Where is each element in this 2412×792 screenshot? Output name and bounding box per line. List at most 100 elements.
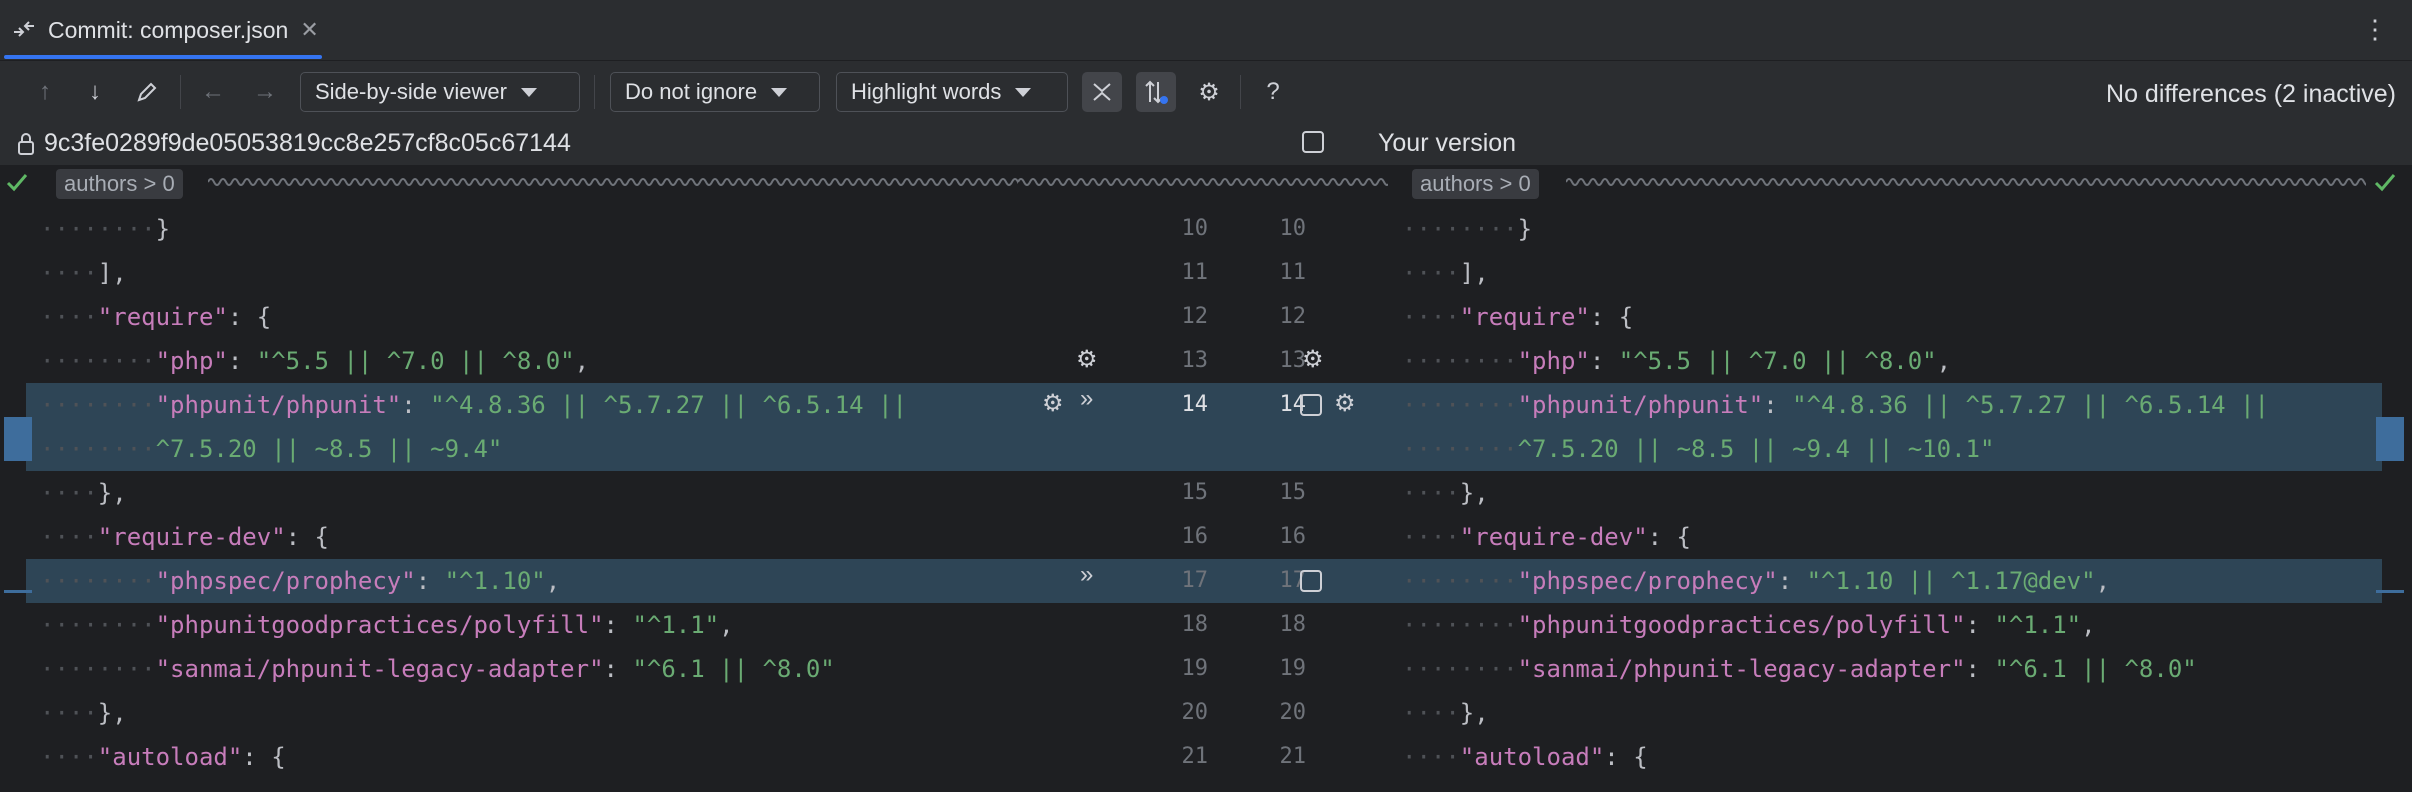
right-code-line: ····}, xyxy=(1402,479,1489,507)
right-code-line: ········"phpspec/prophecy": "^1.10 || ^1… xyxy=(1388,559,2382,603)
previous-difference-icon[interactable]: ↑ xyxy=(30,77,60,107)
next-difference-icon[interactable]: ↓ xyxy=(80,77,110,107)
right-code-line: ········"phpunitgoodpractices/polyfill":… xyxy=(1402,611,2096,639)
left-code-line: ····"require": { xyxy=(40,303,272,331)
ignore-policy-label: Do not ignore xyxy=(625,79,758,104)
left-line-number: 11 xyxy=(1181,260,1209,285)
highlight-policy-dropdown[interactable]: Highlight words xyxy=(836,72,1068,112)
left-code-line: ········^7.5.20 || ~8.5 || ~9.4" xyxy=(26,427,1018,471)
apply-change-icon[interactable]: » xyxy=(1080,561,1093,589)
active-tab-indicator xyxy=(4,55,322,59)
change-include-checkbox[interactable] xyxy=(1300,394,1322,416)
folding-separator xyxy=(208,178,1018,186)
close-icon[interactable]: ✕ xyxy=(300,17,318,43)
right-revision-title: Your version xyxy=(1378,129,1517,157)
right-code-line: ········"php": "^5.5 || ^7.0 || ^8.0", xyxy=(1402,347,1952,375)
right-line-number: 11 xyxy=(1279,260,1307,285)
left-code-line: ····], xyxy=(40,259,127,287)
left-editor[interactable]: authors > 0 ········} ····], ····"require"… xyxy=(0,165,1018,792)
viewer-mode-label: Side-by-side viewer xyxy=(315,79,507,104)
settings-icon[interactable]: ⚙ xyxy=(1334,389,1356,418)
folding-separator xyxy=(1018,178,1388,186)
right-line-number: 21 xyxy=(1279,744,1307,769)
settings-icon[interactable]: ⚙ xyxy=(1194,77,1224,107)
right-line-number: 12 xyxy=(1279,304,1307,329)
right-line-number: 14 xyxy=(1279,392,1307,417)
help-icon[interactable]: ? xyxy=(1258,77,1288,107)
toolbar-separator xyxy=(1240,75,1241,109)
change-marker xyxy=(2376,590,2404,593)
viewer-mode-dropdown[interactable]: Side-by-side viewer xyxy=(300,72,580,112)
left-line-number: 21 xyxy=(1181,744,1209,769)
chevron-down-icon xyxy=(771,87,788,97)
sync-scroll-toggle[interactable] xyxy=(1136,72,1176,112)
left-line-number: 15 xyxy=(1181,480,1209,505)
right-code-line: ····}, xyxy=(1402,699,1489,727)
settings-icon[interactable]: ⚙ xyxy=(1042,389,1064,418)
diff-gutter: 10 10 11 11 12 12 13 13 14 14 15 15 16 16 17 17 18 18 19 19… xyxy=(1018,165,1388,792)
left-revision-hash: 9c3fe0289f9de05053819cc8e257cf8c05c67144 xyxy=(44,129,571,157)
check-icon xyxy=(6,174,28,192)
change-marker xyxy=(2376,417,2404,461)
right-code-line: ········} xyxy=(1402,215,1533,243)
settings-icon[interactable]: ⚙ xyxy=(1076,345,1098,374)
breadcrumb-right[interactable]: authors > 0 xyxy=(1412,169,1539,199)
right-line-number xyxy=(1246,427,1306,471)
left-line-number: 13 xyxy=(1181,348,1209,373)
left-code-line: ····}, xyxy=(40,479,127,507)
left-line-number: 14 xyxy=(1181,392,1209,417)
left-code-line: ····"require-dev": { xyxy=(40,523,329,551)
apply-change-icon[interactable]: » xyxy=(1080,385,1093,413)
right-code-line: ········"phpunit/phpunit": "^4.8.36 || ^… xyxy=(1388,383,2382,427)
right-line-number: 20 xyxy=(1279,700,1307,725)
tab-commit-composer[interactable]: Commit: composer.json ✕ xyxy=(0,0,319,60)
right-line-number: 17 xyxy=(1279,568,1307,593)
right-editor[interactable]: authors > 0 ········} ····], ····"require"… xyxy=(1388,165,2412,792)
include-checkbox[interactable] xyxy=(1302,131,1324,153)
left-code-line: ········} xyxy=(40,215,171,243)
right-code-line: ········"sanmai/phpunit-legacy-adapter":… xyxy=(1402,655,2197,683)
right-code-line: ····"require-dev": { xyxy=(1402,523,1691,551)
folding-separator xyxy=(1566,178,2366,186)
right-code-line: ········^7.5.20 || ~8.5 || ~9.4 || ~10.1… xyxy=(1388,427,2382,471)
left-line-number: 18 xyxy=(1181,612,1209,637)
right-line-number: 10 xyxy=(1279,216,1307,241)
toolbar-separator xyxy=(594,75,595,109)
change-include-checkbox[interactable] xyxy=(1300,570,1322,592)
right-code-line: ····"require": { xyxy=(1402,303,1634,331)
change-marker xyxy=(4,590,32,593)
previous-file-icon[interactable]: ← xyxy=(198,77,228,107)
edit-source-icon[interactable] xyxy=(132,77,162,107)
next-file-icon[interactable]: → xyxy=(250,77,280,107)
left-line-number: 16 xyxy=(1181,524,1209,549)
left-code-line: ········"sanmai/phpunit-legacy-adapter":… xyxy=(40,655,835,683)
left-code-line: ········"php": "^5.5 || ^7.0 || ^8.0", xyxy=(40,347,590,375)
settings-icon[interactable]: ⚙ xyxy=(1302,345,1324,374)
more-options-icon[interactable]: ⋮ xyxy=(2362,14,2388,45)
lock-icon xyxy=(18,132,34,155)
tab-title: Commit: composer.json xyxy=(48,16,289,43)
left-line-number: 20 xyxy=(1181,700,1209,725)
left-code-line: ····}, xyxy=(40,699,127,727)
breadcrumb-left[interactable]: authors > 0 xyxy=(56,169,183,199)
chevron-down-icon xyxy=(520,87,537,97)
right-line-number: 16 xyxy=(1279,524,1307,549)
diff-toolbar: ↑ ↓ ← → Side-by-side viewer Do not ignor… xyxy=(0,61,2412,123)
change-marker xyxy=(4,417,32,461)
left-code-line: ········"phpunitgoodpractices/polyfill":… xyxy=(40,611,734,639)
diff-icon xyxy=(14,21,34,37)
right-line-number: 15 xyxy=(1279,480,1307,505)
left-line-number: 17 xyxy=(1181,568,1209,593)
diff-status: No differences (2 inactive) xyxy=(2106,80,2396,108)
right-line-number: 18 xyxy=(1279,612,1307,637)
ignore-policy-dropdown[interactable]: Do not ignore xyxy=(610,72,820,112)
right-code-line: ····], xyxy=(1402,259,1489,287)
left-code-line: ····"autoload": { xyxy=(40,743,286,771)
check-icon xyxy=(2374,174,2396,192)
left-revision-title: 9c3fe0289f9de05053819cc8e257cf8c05c67144 xyxy=(16,129,571,158)
collapse-unchanged-toggle[interactable] xyxy=(1082,72,1122,112)
left-line-number: 19 xyxy=(1181,656,1209,681)
left-line-number xyxy=(1148,427,1208,471)
left-code-line: ········"phpunit/phpunit": "^4.8.36 || ^… xyxy=(26,383,1018,427)
tab-bar: Commit: composer.json ✕ ⋮ xyxy=(0,0,2412,61)
